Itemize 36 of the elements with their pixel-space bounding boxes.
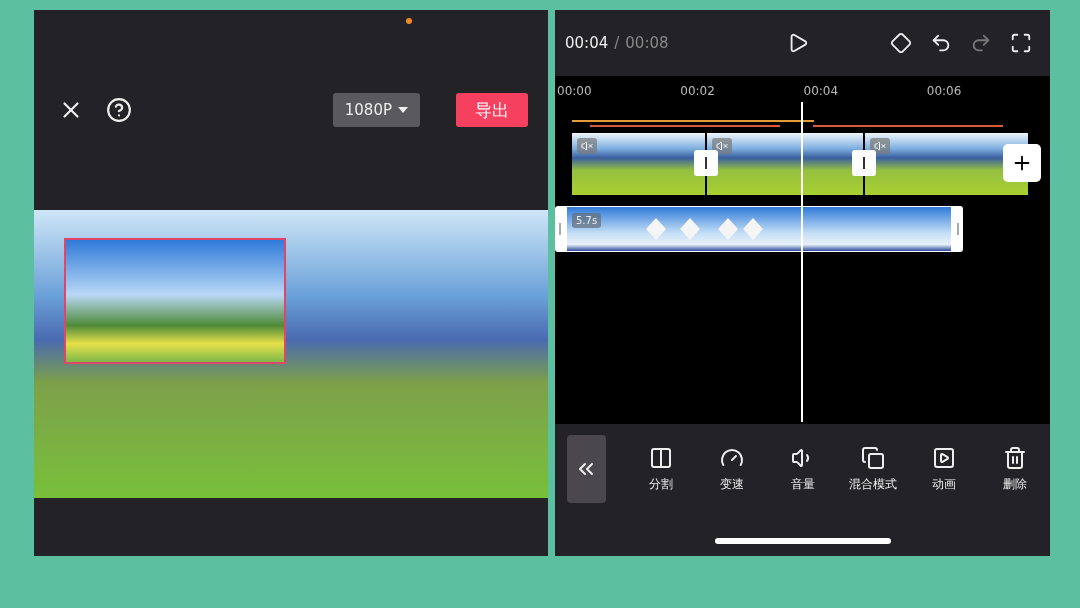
ruler-label: 00:06 bbox=[926, 84, 963, 98]
ruler-label: 00:04 bbox=[803, 84, 840, 98]
tool-button[interactable]: 音量 bbox=[767, 445, 838, 493]
fullscreen-icon[interactable] bbox=[1010, 32, 1032, 54]
tool-button[interactable]: 混合模式 bbox=[837, 445, 909, 493]
total-time: 00:08 bbox=[625, 34, 669, 52]
split-icon bbox=[649, 445, 674, 470]
trash-icon bbox=[1002, 445, 1027, 470]
mute-icon[interactable] bbox=[712, 138, 732, 154]
video-clip[interactable] bbox=[707, 133, 863, 195]
export-button[interactable]: 导出 bbox=[456, 93, 528, 127]
current-time: 00:04 bbox=[565, 34, 609, 52]
tool-button[interactable]: 变速 bbox=[696, 445, 768, 493]
tool-button[interactable]: 删除 bbox=[979, 445, 1050, 493]
transition-handle[interactable] bbox=[852, 150, 876, 176]
redo-icon[interactable] bbox=[970, 32, 992, 54]
caret-icon bbox=[398, 107, 408, 113]
back-button[interactable] bbox=[567, 435, 606, 503]
help-icon[interactable] bbox=[106, 97, 132, 123]
keyframe-icon[interactable] bbox=[890, 32, 912, 54]
add-clip-button[interactable] bbox=[1003, 144, 1041, 182]
undo-icon[interactable] bbox=[930, 32, 952, 54]
video-clip[interactable] bbox=[572, 133, 705, 195]
transition-handle[interactable] bbox=[694, 150, 718, 176]
mute-icon[interactable] bbox=[577, 138, 597, 154]
tool-button[interactable]: 分割 bbox=[625, 445, 697, 493]
resolution-dropdown[interactable]: 1080P bbox=[332, 93, 420, 127]
overlapping-squares-icon bbox=[861, 445, 886, 470]
mute-icon[interactable] bbox=[870, 138, 890, 154]
play-square-icon bbox=[931, 445, 956, 470]
time-separator: / bbox=[614, 34, 620, 52]
status-dot bbox=[406, 18, 412, 24]
clip-duration: 5.7s bbox=[572, 213, 602, 228]
tool-button[interactable]: 动画 bbox=[908, 445, 980, 493]
ruler-label: 00:00 bbox=[557, 84, 593, 98]
ruler-label: 00:02 bbox=[680, 84, 716, 98]
